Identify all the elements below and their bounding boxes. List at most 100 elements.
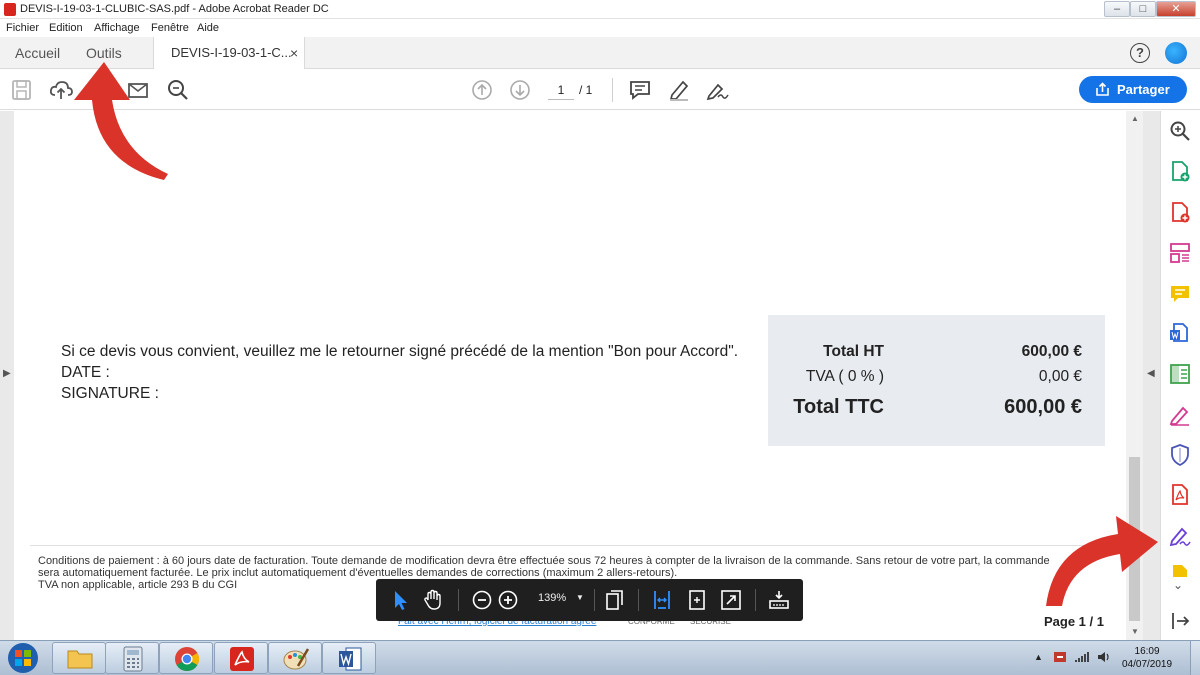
tray-expand-icon[interactable]: ▲: [1034, 652, 1043, 662]
payment-conditions-line-1: Conditions de paiement : à 60 jours date…: [38, 555, 1050, 567]
floatbar-divider: [594, 589, 595, 611]
network-icon[interactable]: [1074, 650, 1090, 664]
help-icon[interactable]: ?: [1130, 43, 1150, 63]
menu-fenetre[interactable]: Fenêtre: [151, 22, 189, 34]
close-tab-icon[interactable]: ×: [290, 37, 298, 69]
create-pdf-icon[interactable]: [1168, 160, 1192, 184]
zoom-search-icon[interactable]: [1168, 119, 1192, 143]
menu-bar: Fichier Edition Affichage Fenêtre Aide: [0, 19, 1200, 37]
start-orb-icon[interactable]: [4, 641, 42, 675]
taskbar-acrobat[interactable]: [214, 642, 268, 674]
account-avatar[interactable]: [1165, 42, 1187, 64]
organize-pages-icon[interactable]: [1168, 241, 1192, 265]
save-icon[interactable]: [9, 77, 35, 103]
taskbar-chrome[interactable]: [159, 642, 213, 674]
share-icon: [1096, 82, 1109, 96]
share-button[interactable]: Partager: [1079, 76, 1187, 103]
sign-icon[interactable]: [704, 77, 730, 103]
comment-icon[interactable]: [627, 77, 653, 103]
edit-pdf-icon[interactable]: [1168, 362, 1192, 386]
left-panel-toggle-icon[interactable]: ▶: [3, 368, 11, 379]
sign-icon[interactable]: [1168, 524, 1192, 548]
paint-icon: [283, 648, 310, 670]
fill-sign-icon[interactable]: [1168, 403, 1192, 427]
page-display-icon[interactable]: [603, 588, 627, 612]
tray-security-icon[interactable]: [1052, 650, 1068, 664]
page-total: / 1: [579, 83, 593, 97]
tva-notice: TVA non applicable, article 293 B du CGI: [38, 579, 238, 591]
scroll-up-icon[interactable]: ▲: [1131, 114, 1139, 123]
floatbar-divider: [638, 589, 639, 611]
zoom-out-icon[interactable]: [470, 588, 494, 612]
menu-aide[interactable]: Aide: [197, 22, 219, 34]
zoom-level[interactable]: 139%: [538, 592, 566, 604]
current-page-input[interactable]: 1: [548, 80, 574, 100]
tab-outils[interactable]: Outils: [86, 37, 122, 69]
calculator-icon: [123, 646, 143, 672]
page-up-icon[interactable]: [469, 77, 495, 103]
more-tools-icon[interactable]: [1168, 563, 1192, 577]
hand-pan-icon[interactable]: [421, 588, 445, 612]
date-label: DATE :: [61, 364, 110, 381]
floatbar-divider: [458, 589, 459, 611]
chrome-icon: [175, 647, 200, 672]
collapse-panel-icon[interactable]: [1168, 609, 1192, 633]
share-label: Partager: [1117, 82, 1170, 97]
minimize-button[interactable]: –: [1104, 1, 1130, 17]
pdf-icon[interactable]: [1168, 483, 1192, 507]
menu-fichier[interactable]: Fichier: [6, 22, 39, 34]
scroll-down-icon[interactable]: ▼: [1131, 627, 1139, 636]
folder-icon: [67, 650, 93, 669]
close-window-button[interactable]: ✕: [1156, 1, 1196, 17]
payment-conditions-line-2: sera automatiquement facturée. Le prix i…: [38, 567, 678, 579]
menu-edition[interactable]: Edition: [49, 22, 83, 34]
show-desktop-button[interactable]: [1190, 641, 1200, 675]
scrollbar-thumb[interactable]: [1129, 457, 1140, 621]
right-panel-toggle-icon[interactable]: ◀: [1147, 368, 1155, 379]
taskbar-word[interactable]: [322, 642, 376, 674]
read-mode-icon[interactable]: [767, 588, 791, 612]
menu-affichage[interactable]: Affichage: [94, 22, 140, 34]
chevron-down-icon[interactable]: ⌄: [1173, 578, 1183, 592]
zoom-search-icon[interactable]: [165, 77, 191, 103]
tab-document[interactable]: DEVIS-I-19-03-1-C... ×: [153, 37, 305, 69]
protect-icon[interactable]: [1168, 443, 1192, 467]
total-ht-value: 600,00 €: [1021, 343, 1082, 360]
zoom-dropdown-icon[interactable]: ▼: [576, 593, 584, 602]
floatbar-divider: [755, 589, 756, 611]
toolbar-divider: [612, 78, 613, 102]
email-icon[interactable]: [125, 77, 151, 103]
zoom-in-icon[interactable]: [496, 588, 520, 612]
taskbar-paint[interactable]: [268, 642, 322, 674]
tab-accueil[interactable]: Accueil: [15, 37, 60, 69]
taskbar-calculator[interactable]: [105, 642, 159, 674]
floating-page-toolbar: 139% ▼: [376, 579, 803, 621]
acrobat-icon: [230, 647, 254, 671]
tva-value: 0,00 €: [1038, 368, 1082, 385]
total-ht-label: Total HT: [823, 343, 884, 360]
window-title: DEVIS-I-19-03-1-CLUBIC-SAS.pdf - Adobe A…: [20, 3, 329, 15]
tab-document-label: DEVIS-I-19-03-1-C...: [171, 45, 292, 60]
full-screen-icon[interactable]: [719, 588, 743, 612]
highlight-pen-icon[interactable]: [666, 77, 692, 103]
volume-icon[interactable]: [1096, 650, 1112, 664]
acceptance-message: Si ce devis vous convient, veuillez me l…: [61, 343, 739, 360]
totals-box: Total HT 600,00 € TVA ( 0 % ) 0,00 € Tot…: [768, 315, 1105, 446]
taskbar-file-explorer[interactable]: [52, 642, 106, 674]
fit-page-icon[interactable]: [685, 588, 709, 612]
total-ttc-value: 600,00 €: [1004, 396, 1082, 418]
clock-time: 16:09: [1134, 646, 1160, 657]
word-icon: [339, 647, 362, 671]
export-word-icon[interactable]: [1168, 322, 1192, 346]
page-down-icon[interactable]: [507, 77, 533, 103]
select-cursor-icon[interactable]: [389, 588, 413, 612]
maximize-button[interactable]: □: [1130, 1, 1156, 17]
comment-icon[interactable]: [1168, 282, 1192, 306]
pdf-app-icon: [4, 3, 16, 16]
cloud-upload-icon[interactable]: [48, 77, 74, 103]
fit-width-icon[interactable]: [650, 588, 674, 612]
export-pdf-icon[interactable]: [1168, 201, 1192, 225]
main-toolbar: 1 / 1: [0, 70, 1200, 110]
system-clock[interactable]: 16:09 04/07/2019: [1122, 645, 1172, 671]
footer-divider: [30, 545, 1110, 546]
